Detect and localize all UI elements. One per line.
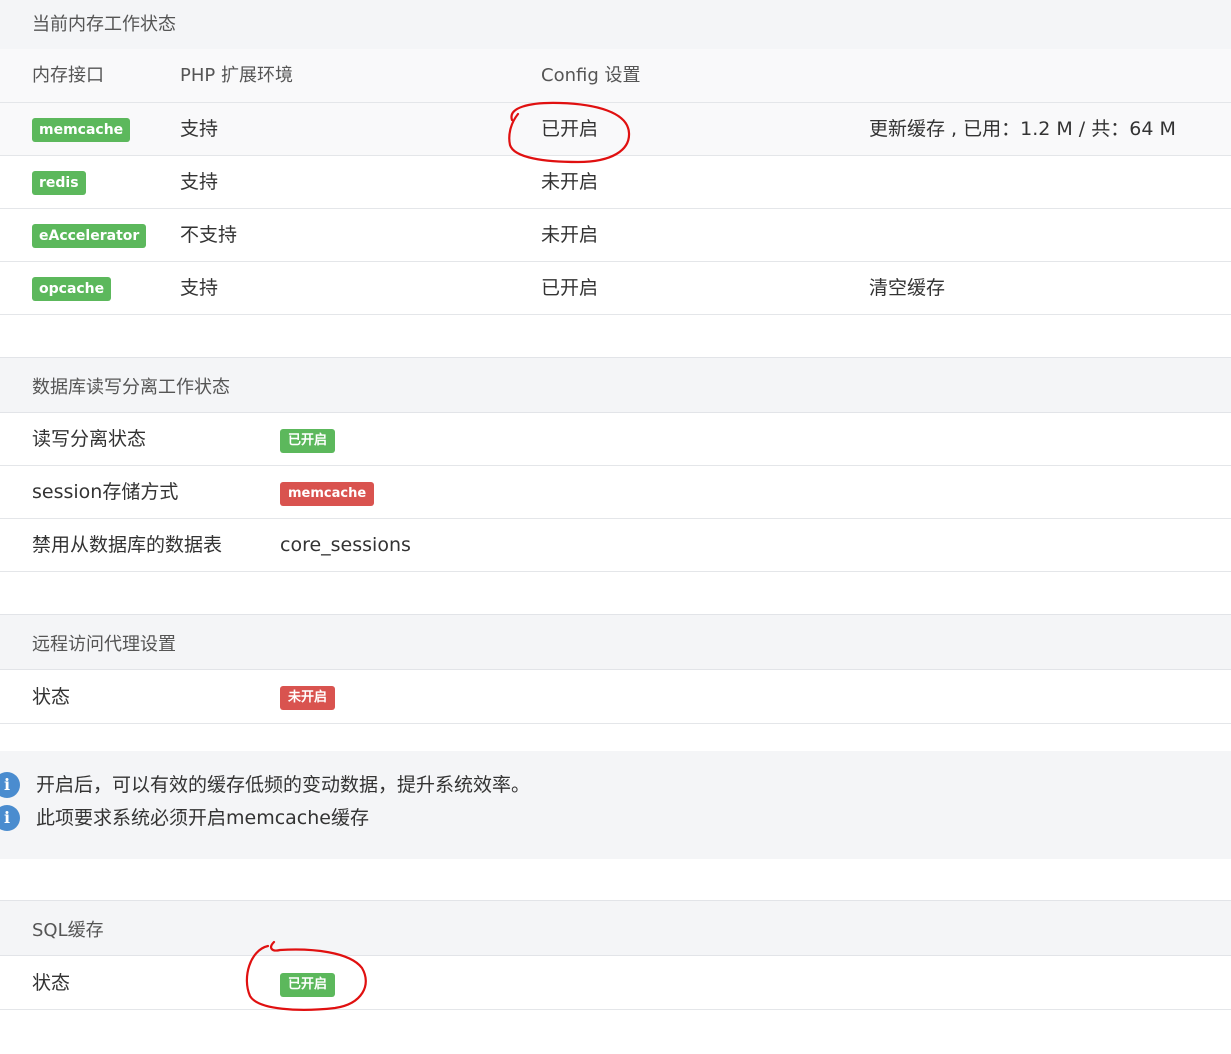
table-row: eAccelerator 不支持 未开启 — [0, 209, 1231, 262]
php-support: 支持 — [180, 171, 219, 193]
interface-badge-eaccelerator: eAccelerator — [32, 224, 147, 248]
notice-line: i 此项要求系统必须开启memcache缓存 — [0, 805, 1231, 831]
disabled-tables-label: 禁用从数据库的数据表 — [32, 534, 223, 556]
db-section-header: 数据库读写分离工作状态 — [0, 357, 1231, 413]
config-status: 未开启 — [541, 171, 599, 193]
table-row: opcache 支持 已开启 清空缓存 — [0, 262, 1231, 315]
table-row: 读写分离状态 已开启 — [0, 413, 1231, 466]
interface-badge-redis: redis — [32, 171, 86, 195]
memory-section-header: 当前内存工作状态 — [0, 0, 1231, 50]
db-section-title: 数据库读写分离工作状态 — [32, 377, 230, 398]
config-status: 已开启 — [541, 118, 599, 140]
interface-badge-memcache: memcache — [32, 118, 131, 142]
status-badge: 已开启 — [280, 429, 336, 453]
clear-cache-link[interactable]: 清空缓存 — [869, 262, 945, 314]
sql-status-label: 状态 — [32, 972, 71, 994]
db-rw-split-label: 读写分离状态 — [32, 428, 147, 450]
php-support: 支持 — [180, 118, 219, 140]
php-support: 不支持 — [180, 224, 238, 246]
status-badge: memcache — [280, 482, 375, 506]
memory-section-title: 当前内存工作状态 — [32, 14, 176, 35]
php-support: 支持 — [180, 277, 219, 299]
status-badge: 已开启 — [280, 973, 336, 997]
interface-badge-opcache: opcache — [32, 277, 112, 301]
info-notice: i 开启后，可以有效的缓存低频的变动数据，提升系统效率。 i 此项要求系统必须开… — [0, 751, 1231, 859]
column-header-interface: 内存接口 — [32, 65, 104, 86]
table-row: 禁用从数据库的数据表 core_sessions — [0, 519, 1231, 572]
sql-section-title: SQL缓存 — [32, 920, 104, 941]
column-header-php: PHP 扩展环境 — [180, 65, 293, 86]
table-row: 状态 未开启 — [0, 671, 1231, 724]
info-icon: i — [0, 805, 20, 831]
table-row: session存储方式 memcache — [0, 466, 1231, 519]
status-badge: 未开启 — [280, 686, 336, 710]
config-status: 未开启 — [541, 224, 599, 246]
proxy-section-header: 远程访问代理设置 — [0, 614, 1231, 670]
proxy-status-label: 状态 — [32, 686, 71, 708]
table-row: memcache 支持 已开启 更新缓存 , 已用：1.2 M / 共：64 M — [0, 103, 1231, 156]
column-header-config: Config 设置 — [541, 65, 641, 86]
notice-text: 此项要求系统必须开启memcache缓存 — [36, 807, 369, 829]
proxy-section-title: 远程访问代理设置 — [32, 634, 176, 655]
update-cache-link[interactable]: 更新缓存 , 已用：1.2 M / 共：64 M — [869, 103, 1176, 155]
sql-section-header: SQL缓存 — [0, 900, 1231, 956]
memory-table-header: 内存接口 PHP 扩展环境 Config 设置 — [0, 49, 1231, 103]
notice-line: i 开启后，可以有效的缓存低频的变动数据，提升系统效率。 — [0, 772, 1231, 798]
notice-text: 开启后，可以有效的缓存低频的变动数据，提升系统效率。 — [36, 774, 531, 796]
disabled-tables-value: core_sessions — [280, 534, 411, 556]
table-row: redis 支持 未开启 — [0, 156, 1231, 209]
info-icon: i — [0, 772, 20, 798]
table-row: 状态 已开启 — [0, 957, 1231, 1010]
session-storage-label: session存储方式 — [32, 481, 179, 503]
config-status: 已开启 — [541, 277, 599, 299]
